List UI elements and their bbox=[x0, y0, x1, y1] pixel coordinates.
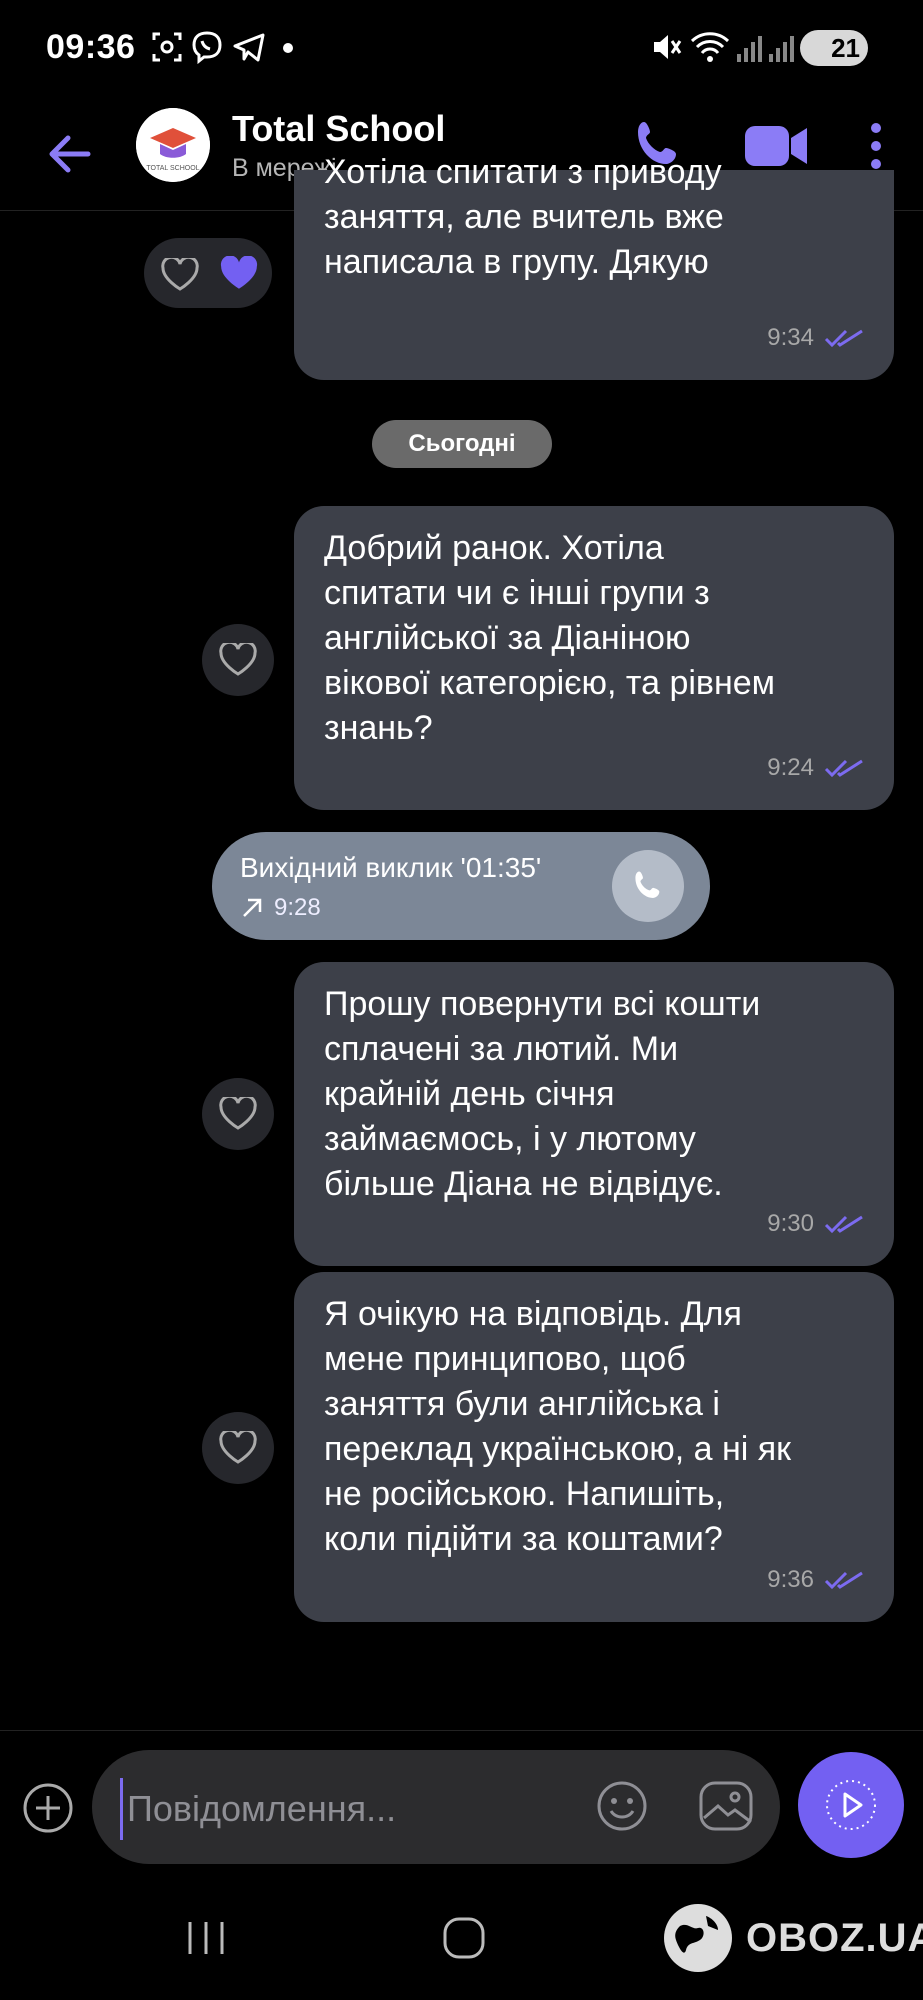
recent-apps-icon[interactable] bbox=[186, 1920, 226, 1956]
call-title: Вихідний виклик '01:35' bbox=[240, 852, 542, 883]
message-text: Прошу повернути всі кошти сплачені за лю… bbox=[324, 985, 761, 1203]
home-icon[interactable] bbox=[442, 1916, 486, 1960]
notification-dot-icon bbox=[283, 43, 293, 53]
contact-name[interactable]: Total School bbox=[232, 108, 445, 150]
message-meta: 9:30 bbox=[767, 1201, 864, 1246]
call-back-button[interactable] bbox=[612, 850, 684, 922]
telegram-icon bbox=[233, 33, 265, 62]
plus-circle-icon[interactable] bbox=[22, 1782, 74, 1834]
double-check-icon bbox=[824, 759, 863, 777]
like-button[interactable] bbox=[202, 1412, 274, 1484]
heart-outline-icon bbox=[219, 1431, 257, 1464]
avatar-text: TOTAL SCHOOL bbox=[146, 165, 199, 172]
screenshot-icon bbox=[152, 32, 182, 62]
message-time: 9:36 bbox=[767, 1566, 814, 1593]
watermark-text: OBOZ.UA bbox=[746, 1915, 923, 1960]
signal-icon-2 bbox=[769, 36, 794, 62]
message-text: Я очікую на відповідь. Для мене принципо… bbox=[324, 1295, 792, 1558]
like-button[interactable] bbox=[202, 1078, 274, 1150]
message-text: Добрий ранок. Хотіла спитати чи є інші г… bbox=[324, 529, 776, 747]
message-meta: 9:36 bbox=[767, 1557, 864, 1602]
status-bar: 09:36 21 bbox=[0, 0, 923, 100]
call-time: 9:28 bbox=[274, 894, 321, 921]
heart-outline-icon[interactable] bbox=[160, 258, 200, 292]
message-bubble[interactable]: Добрий ранок. Хотіла спитати чи є інші г… bbox=[294, 506, 894, 810]
message-meta: 9:24 bbox=[767, 745, 864, 790]
reaction-pill bbox=[144, 238, 272, 308]
message-time: 9:24 bbox=[767, 754, 814, 781]
battery-indicator: 21 bbox=[800, 30, 868, 66]
send-icon bbox=[826, 1780, 876, 1830]
send-button[interactable] bbox=[798, 1752, 904, 1858]
status-time: 09:36 bbox=[46, 28, 136, 66]
message-time: 9:30 bbox=[767, 1210, 814, 1237]
more-menu-icon[interactable] bbox=[862, 122, 890, 170]
viber-icon bbox=[192, 31, 222, 64]
message-bubble[interactable]: Хотіла спитати з приводу заняття, але вч… bbox=[294, 153, 894, 380]
gallery-icon[interactable] bbox=[698, 1780, 754, 1832]
heart-outline-icon bbox=[219, 643, 257, 676]
like-button[interactable] bbox=[202, 624, 274, 696]
message-bubble[interactable]: Прошу повернути всі кошти сплачені за лю… bbox=[294, 962, 894, 1266]
double-check-icon bbox=[824, 1215, 863, 1233]
heart-filled-icon[interactable] bbox=[218, 256, 260, 292]
emoji-icon[interactable] bbox=[596, 1780, 648, 1832]
message-text: Хотіла спитати з приводу заняття, але вч… bbox=[324, 153, 724, 281]
watermark: OBOZ.UA bbox=[660, 1900, 923, 1976]
back-arrow-icon[interactable] bbox=[40, 124, 100, 184]
wifi-icon bbox=[690, 32, 730, 62]
phone-icon bbox=[635, 871, 660, 898]
signal-icon-1 bbox=[737, 36, 762, 62]
school-logo-icon: TOTAL SCHOOL bbox=[136, 108, 210, 182]
outgoing-arrow-icon bbox=[243, 898, 262, 917]
globe-logo-icon bbox=[664, 1904, 732, 1972]
message-time: 9:34 bbox=[767, 324, 814, 351]
message-input[interactable] bbox=[120, 1778, 579, 1840]
mute-icon bbox=[654, 35, 682, 59]
heart-outline-icon bbox=[219, 1097, 257, 1130]
date-divider: Сьогодні bbox=[372, 420, 552, 468]
battery-level: 21 bbox=[831, 32, 860, 63]
message-meta: 9:34 bbox=[767, 315, 864, 360]
double-check-icon bbox=[824, 1571, 863, 1589]
double-check-icon bbox=[824, 329, 863, 347]
contact-avatar[interactable]: TOTAL SCHOOL bbox=[136, 108, 210, 182]
call-subtitle: 9:28 bbox=[240, 894, 321, 922]
message-bubble[interactable]: Я очікую на відповідь. Для мене принципо… bbox=[294, 1272, 894, 1622]
